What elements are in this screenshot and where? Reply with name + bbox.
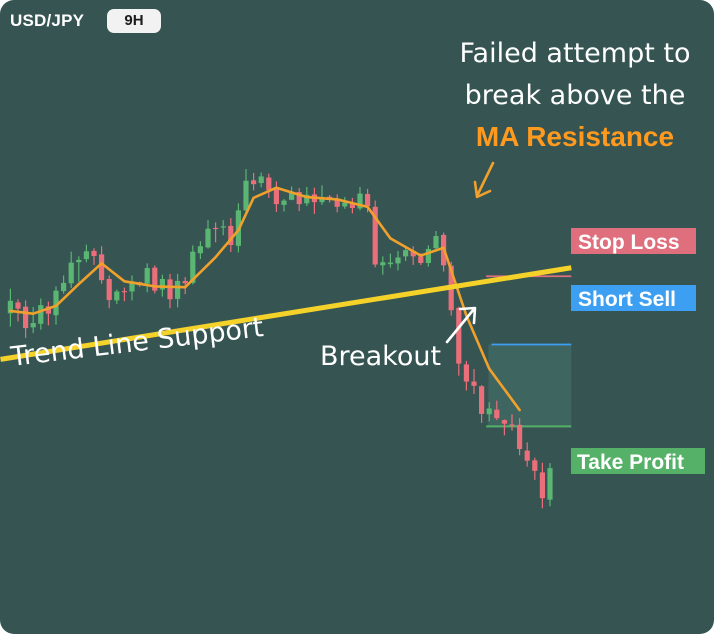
candle-bear (273, 188, 279, 205)
candle-bear (463, 364, 469, 382)
candle-bull (243, 180, 249, 211)
candle-bear (524, 450, 530, 461)
moving-average-line (9, 186, 521, 412)
annotation-ma-resistance: MA Resistance (476, 121, 674, 152)
candle-bull (547, 468, 553, 500)
candle-bull (30, 323, 36, 328)
candle-bear (365, 193, 371, 207)
candle-bull (38, 305, 44, 324)
candle-bull (61, 282, 67, 292)
candle-bull (144, 268, 150, 284)
candle-bear (99, 254, 105, 281)
candle-bear (494, 409, 500, 419)
candle-bear (539, 472, 545, 499)
take-profit-tag: Take Profit (571, 448, 705, 474)
candle-bear (106, 278, 112, 301)
candle-bull (76, 259, 82, 263)
candle-bull (114, 291, 120, 301)
annotation-failed-line2: break above the (465, 80, 686, 111)
candlestick-chart: Stop Loss Short Sell Take Profit Failed … (0, 38, 705, 509)
candle-bull (342, 202, 348, 207)
candle-bear (15, 302, 21, 309)
annotation-failed-line1: Failed attempt to (460, 38, 691, 69)
candle-bear (121, 291, 127, 293)
candle-bull (433, 236, 439, 249)
stop-loss-label: Stop Loss (578, 231, 680, 254)
take-profit-label: Take Profit (577, 451, 684, 474)
annotation-breakout: Breakout (320, 341, 441, 372)
candle-bear (418, 256, 424, 263)
candle-bull (175, 280, 181, 299)
candle-bull (387, 262, 393, 265)
candle-bull (281, 200, 287, 205)
candle-bear (479, 386, 485, 414)
candle-bear (266, 177, 272, 191)
stop-loss-tag: Stop Loss (571, 228, 696, 254)
candle-bear (471, 381, 477, 386)
annotation-trend-line: Trend Line Support (8, 312, 265, 373)
candle-bull (68, 262, 74, 284)
candle-bear (532, 460, 538, 471)
candle-bull (403, 250, 409, 257)
candle-bear (91, 250, 97, 256)
candle-bull (258, 176, 264, 184)
candle-bear (182, 280, 188, 284)
candle-bear (509, 424, 515, 426)
candle-bear (23, 306, 29, 329)
candle-bear (167, 279, 173, 300)
candle-bull (220, 226, 226, 228)
short-sell-label: Short Sell (578, 288, 676, 311)
candle-bear (517, 424, 523, 450)
candle-bull (197, 246, 203, 254)
resistance-arrow-icon (473, 161, 495, 199)
chart-card: USD/JPY 9H Stop Loss Short Sell Take Pro… (0, 0, 714, 634)
candle-bull (395, 257, 401, 264)
candle-bear (251, 180, 257, 185)
short-sell-tag: Short Sell (571, 285, 696, 311)
candle-bear (213, 227, 219, 230)
candle-bear (456, 307, 462, 364)
candle-bull (205, 228, 211, 248)
candle-bull (380, 262, 386, 266)
candle-bull (83, 251, 89, 260)
candle-bear (501, 420, 507, 424)
candle-bull (486, 408, 492, 415)
